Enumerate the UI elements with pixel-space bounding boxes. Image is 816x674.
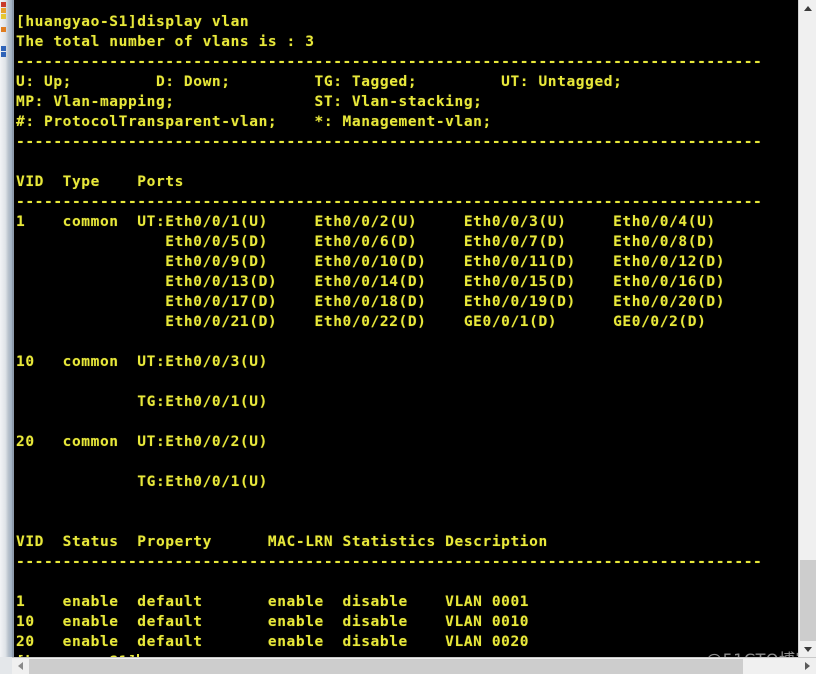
left-toolbar-sliver	[0, 0, 12, 674]
console-line: VID Status Property MAC-LRN Statistics D…	[16, 534, 548, 550]
console-line: The total number of vlans is : 3	[16, 34, 315, 50]
toolbar-chip-orange-icon	[1, 8, 6, 13]
console-line: ----------------------------------------…	[16, 134, 763, 150]
console-line: U: Up; D: Down; TG: Tagged; UT: Untagged…	[16, 74, 623, 90]
console-line: Eth0/0/5(D) Eth0/0/6(D) Eth0/0/7(D) Eth0…	[16, 234, 716, 250]
console-line: MP: Vlan-mapping; ST: Vlan-stacking;	[16, 94, 483, 110]
chevron-up-icon	[803, 6, 812, 11]
console-line: 1 common UT:Eth0/0/1(U) Eth0/0/2(U) Eth0…	[16, 214, 716, 230]
horizontal-scrollbar-thumb[interactable]	[29, 659, 743, 674]
scrollbar-corner	[0, 657, 12, 674]
vertical-scrollbar-thumb[interactable]	[800, 560, 816, 645]
toolbar-chip-orange2-icon	[1, 27, 6, 32]
console-output[interactable]: [huangyao-S1]display vlan The total numbe…	[12, 0, 798, 658]
horizontal-scrollbar[interactable]	[12, 657, 816, 674]
console-line: Eth0/0/21(D) Eth0/0/22(D) GE0/0/1(D) GE0…	[16, 314, 707, 330]
chevron-right-icon	[805, 662, 810, 670]
horizontal-scrollbar-track[interactable]	[743, 659, 799, 674]
chevron-left-icon	[18, 662, 23, 670]
console-line: Eth0/0/17(D) Eth0/0/18(D) Eth0/0/19(D) E…	[16, 294, 726, 310]
scroll-right-button[interactable]	[799, 658, 816, 674]
toolbar-chip-yellow-icon	[1, 14, 6, 19]
console-text-buffer: [huangyao-S1]display vlan The total numbe…	[14, 0, 798, 658]
console-line: ----------------------------------------…	[16, 54, 763, 70]
console-line: 20 common UT:Eth0/0/2(U)	[16, 434, 268, 450]
scroll-left-button[interactable]	[12, 658, 29, 674]
console-line: 10 common UT:Eth0/0/3(U)	[16, 354, 268, 370]
toolbar-chip-red-icon	[1, 2, 6, 7]
vertical-scrollbar[interactable]	[798, 0, 816, 658]
console-line: Eth0/0/13(D) Eth0/0/14(D) Eth0/0/15(D) E…	[16, 274, 726, 290]
terminal-window: [huangyao-S1]display vlan The total numbe…	[0, 0, 816, 674]
scroll-down-button[interactable]	[799, 641, 816, 658]
toolbar-chip-blue2-icon	[1, 52, 6, 57]
console-line: 20 enable default enable disable VLAN 00…	[16, 634, 530, 650]
console-line: ----------------------------------------…	[16, 194, 763, 210]
console-line: 1 enable default enable disable VLAN 000…	[16, 594, 530, 610]
console-line: [huangyao-S1]display vlan	[16, 14, 250, 30]
console-line: #: ProtocolTransparent-vlan; *: Manageme…	[16, 114, 492, 130]
console-line: TG:Eth0/0/1(U)	[16, 394, 268, 410]
console-line: 10 enable default enable disable VLAN 00…	[16, 614, 530, 630]
console-line: Eth0/0/9(D) Eth0/0/10(D) Eth0/0/11(D) Et…	[16, 254, 726, 270]
console-line: ----------------------------------------…	[16, 554, 763, 570]
console-line: TG:Eth0/0/1(U)	[16, 474, 268, 490]
console-line: VID Type Ports	[16, 174, 184, 190]
chevron-down-icon	[803, 647, 812, 652]
scroll-up-button[interactable]	[799, 0, 816, 17]
toolbar-chip-blue-icon	[1, 46, 6, 51]
